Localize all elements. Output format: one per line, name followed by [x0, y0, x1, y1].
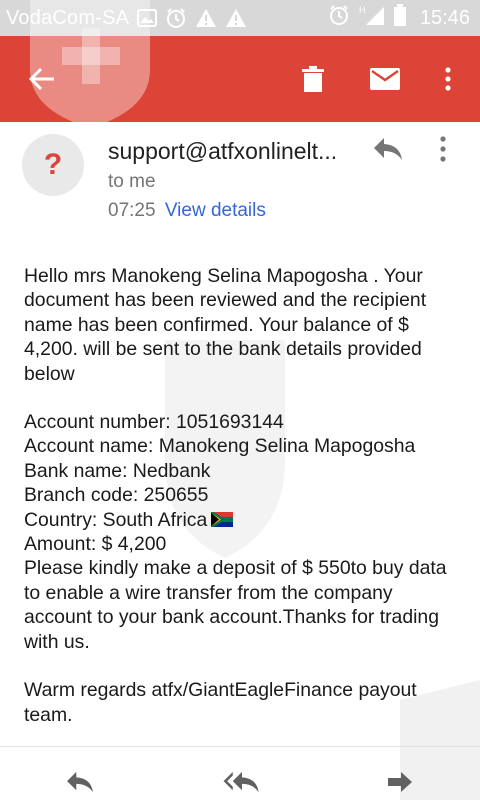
more-vert-icon — [445, 67, 451, 91]
back-button[interactable] — [14, 36, 70, 122]
reply-bottom-button[interactable] — [58, 764, 102, 800]
email-time: 07:25 — [108, 200, 156, 221]
forward-icon — [388, 772, 412, 792]
south-africa-flag-icon — [211, 511, 234, 527]
warning-icon — [225, 8, 247, 28]
app-toolbar — [0, 36, 480, 122]
body-intro: Hello mrs Manokeng Selina Mapogosha . Yo… — [24, 265, 427, 385]
country-row: Country: South Africa — [24, 508, 464, 532]
svg-text:H: H — [359, 5, 366, 15]
battery-icon — [393, 4, 406, 32]
more-options-button[interactable] — [430, 36, 466, 122]
more-vert-icon — [440, 136, 446, 162]
status-bar: VodaCom-SA H 15:46 — [0, 0, 480, 36]
deposit-request: Please kindly make a deposit of $ 550to … — [24, 557, 447, 653]
amount: Amount: $ 4,200 — [24, 533, 167, 556]
sender-avatar[interactable]: ? — [22, 134, 84, 196]
warning-icon — [195, 8, 217, 28]
reply-icon — [374, 138, 402, 160]
signoff: Warm regards atfx/GiantEagleFinance payo… — [24, 679, 417, 726]
account-name: Account name: Manokeng Selina Mapogosha — [24, 435, 416, 458]
alarm-icon — [165, 7, 187, 29]
arrow-back-icon — [28, 67, 54, 91]
clock: 15:46 — [419, 6, 470, 29]
email-time-row: 07:25 View details — [108, 200, 266, 222]
branch-code: Branch code: 250655 — [24, 484, 209, 507]
image-notification-icon — [137, 9, 158, 27]
reply-all-icon — [223, 771, 259, 793]
mark-unread-button[interactable] — [360, 36, 410, 122]
account-number: Account number: 1051693144 — [24, 411, 284, 434]
signal-icon: H — [358, 4, 386, 32]
divider — [0, 746, 480, 747]
sender-name[interactable]: support@atfxonlinelt... — [108, 138, 337, 165]
reply-all-button[interactable] — [218, 764, 266, 800]
carrier-name: VodaCom-SA — [6, 6, 130, 29]
bank-name: Bank name: Nedbank — [24, 459, 211, 482]
email-more-button[interactable] — [440, 136, 460, 166]
recipient-label: to me — [108, 171, 156, 192]
view-details-link[interactable]: View details — [165, 200, 266, 221]
country: Country: South Africa — [24, 508, 208, 531]
alarm-icon — [328, 4, 350, 32]
reply-button[interactable] — [372, 136, 408, 166]
forward-button[interactable] — [380, 764, 420, 800]
reply-icon — [67, 771, 93, 793]
trash-icon — [302, 66, 324, 92]
email-body: Hello mrs Manokeng Selina Mapogosha . Yo… — [24, 264, 464, 727]
delete-button[interactable] — [290, 36, 336, 122]
mail-icon — [370, 68, 400, 90]
